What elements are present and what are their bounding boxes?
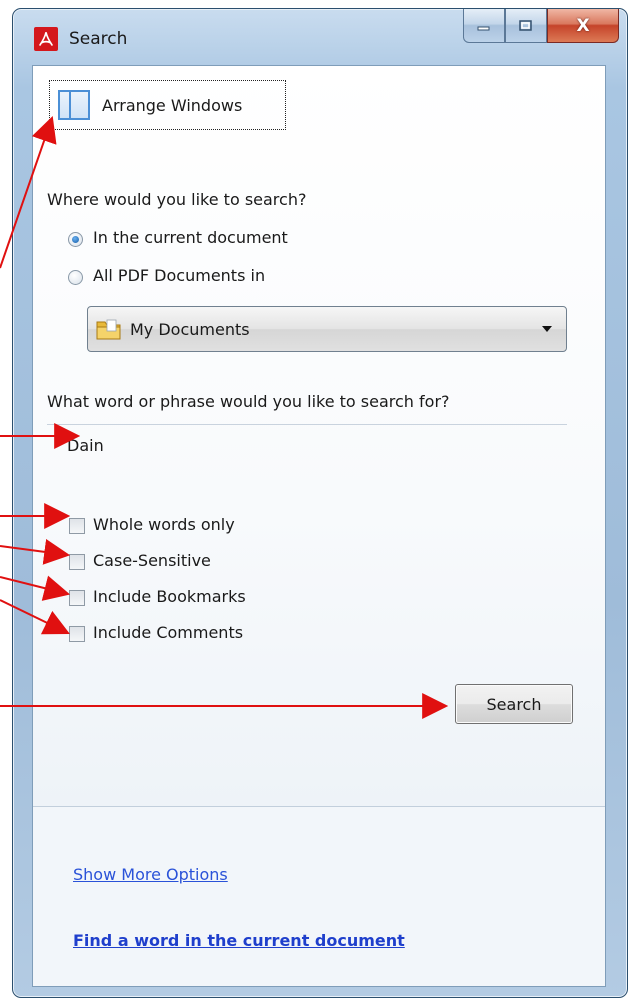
title-bar[interactable]: Search X: [13, 9, 627, 61]
folder-dropdown[interactable]: My Documents: [87, 306, 567, 352]
folder-dropdown-value: My Documents: [130, 319, 250, 339]
chevron-down-icon: [542, 326, 552, 332]
close-icon: X: [576, 15, 590, 36]
radio-current-document-label[interactable]: In the current document: [93, 228, 288, 247]
find-word-link[interactable]: Find a word in the current document: [73, 931, 405, 950]
acrobat-swoosh-icon: [39, 32, 53, 46]
search-window: Search X Arrange Windows Where would you…: [12, 8, 628, 998]
phrase-question: What word or phrase would you like to se…: [47, 392, 450, 411]
checkbox-include-comments-label[interactable]: Include Comments: [93, 623, 243, 642]
checkbox-include-bookmarks-label[interactable]: Include Bookmarks: [93, 587, 246, 606]
radio-all-pdf-documents[interactable]: [68, 270, 83, 285]
show-more-options-link[interactable]: Show More Options: [73, 865, 228, 884]
screenshot-stage: Search X Arrange Windows Where would you…: [0, 0, 642, 1004]
checkbox-whole-words-label[interactable]: Whole words only: [93, 515, 235, 534]
checkbox-include-comments[interactable]: [69, 626, 85, 642]
checkbox-include-bookmarks[interactable]: [69, 590, 85, 606]
window-layout-icon: [58, 90, 90, 120]
search-form: Arrange Windows Where would you like to …: [33, 66, 605, 806]
minimize-icon: [477, 26, 490, 30]
radio-current-document[interactable]: [68, 232, 83, 247]
footer-links: Show More Options Find a word in the cur…: [33, 806, 605, 986]
checkbox-case-sensitive-label[interactable]: Case-Sensitive: [93, 551, 211, 570]
close-button[interactable]: X: [547, 9, 619, 43]
search-button[interactable]: Search: [455, 684, 573, 724]
maximize-icon: [519, 19, 532, 31]
arrange-windows-button[interactable]: Arrange Windows: [49, 80, 286, 130]
caption-buttons: X: [463, 9, 619, 45]
minimize-button[interactable]: [463, 9, 505, 43]
folder-icon: [96, 319, 121, 340]
arrange-windows-label: Arrange Windows: [102, 95, 243, 115]
window-title: Search: [69, 29, 128, 49]
checkbox-whole-words[interactable]: [69, 518, 85, 534]
radio-all-pdf-documents-label[interactable]: All PDF Documents in: [93, 266, 265, 285]
maximize-button[interactable]: [505, 9, 547, 43]
phrase-divider: [47, 424, 567, 425]
acrobat-logo-icon: [34, 27, 58, 51]
search-phrase-input[interactable]: Dain: [67, 436, 104, 455]
scope-question: Where would you like to search?: [47, 190, 307, 209]
checkbox-case-sensitive[interactable]: [69, 554, 85, 570]
search-panel: Arrange Windows Where would you like to …: [32, 65, 606, 987]
